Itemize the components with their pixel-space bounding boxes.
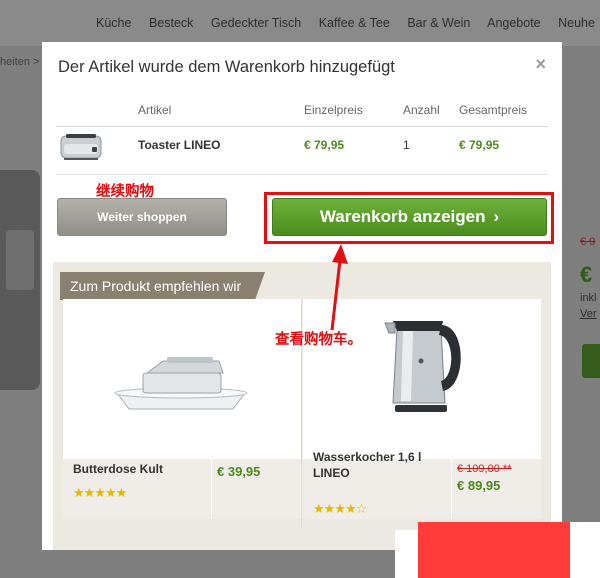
chevron-right-icon: › (493, 207, 500, 226)
table-divider (56, 126, 548, 127)
nav-item-neuheiten[interactable]: Neuhe (558, 16, 595, 30)
continue-shopping-button[interactable]: Weiter shoppen (57, 198, 227, 236)
arrow-up-icon (330, 244, 348, 331)
kettle-image (384, 321, 461, 412)
toaster-thumbnail (60, 134, 102, 160)
column-header-quantity: Anzahl (403, 103, 440, 117)
product-old-price: € 109,00 ** (457, 463, 512, 475)
recommendations-title: Zum Produkt empfehlen wir (60, 272, 266, 300)
column-header-article: Artikel (138, 103, 172, 117)
nav-item-kueche[interactable]: Küche (96, 16, 131, 30)
background-tax-note: inkl (580, 292, 597, 304)
cart-added-modal: Der Artikel wurde dem Warenkorb hinzugef… (42, 42, 562, 550)
nav-item-gedeckter-tisch[interactable]: Gedeckter Tisch (211, 16, 301, 30)
overlay-block (570, 522, 600, 578)
card-divider (451, 459, 452, 519)
continue-shopping-label: Weiter shoppen (97, 210, 187, 224)
modal-title: Der Artikel wurde dem Warenkorb hinzugef… (58, 58, 395, 76)
cart-item-total: € 79,95 (459, 138, 500, 152)
nav-item-besteck[interactable]: Besteck (149, 16, 193, 30)
background-shipping-link[interactable]: Ver (580, 308, 597, 320)
background-product-image (0, 170, 40, 390)
butter-dish-image (114, 357, 248, 410)
main-navigation: Küche Besteck Gedeckter Tisch Kaffee & T… (96, 16, 600, 30)
cart-item-quantity: 1 (403, 138, 410, 152)
table-divider-bottom (56, 174, 548, 175)
nav-item-angebote[interactable]: Angebote (487, 16, 541, 30)
breadcrumb: heiten > (0, 56, 40, 68)
product-name[interactable]: Butterdose Kult (73, 461, 205, 477)
product-name[interactable]: Wasserkocher 1,6 l LINEO (313, 449, 445, 481)
nav-item-kaffee-tee[interactable]: Kaffee & Tee (319, 16, 390, 30)
cart-item-name: Toaster LINEO (138, 138, 221, 152)
background-price: € (580, 262, 593, 287)
red-overlay-block (418, 522, 570, 578)
view-cart-button[interactable]: Warenkorb anzeigen › (272, 198, 547, 236)
product-price: € 89,95 (457, 478, 501, 493)
product-card[interactable]: Butterdose Kult € 39,95 ★★★★★ (63, 299, 301, 519)
background-old-price: € 9 (580, 236, 596, 248)
background-add-to-cart-button[interactable] (582, 344, 600, 378)
column-header-unit-price: Einzelpreis (304, 103, 363, 117)
close-icon[interactable]: × (535, 54, 546, 75)
nav-item-bar-wein[interactable]: Bar & Wein (407, 16, 470, 30)
product-price: € 39,95 (217, 464, 261, 479)
star-rating-icon: ★★★★★ (73, 485, 127, 500)
view-cart-label: Warenkorb anzeigen (319, 207, 486, 226)
card-divider (211, 459, 212, 519)
cart-item-unit-price: € 79,95 (304, 138, 345, 152)
overlay-block (395, 530, 419, 578)
column-header-total: Gesamtpreis (459, 103, 528, 117)
star-rating-icon: ★★★★☆ (313, 501, 367, 516)
